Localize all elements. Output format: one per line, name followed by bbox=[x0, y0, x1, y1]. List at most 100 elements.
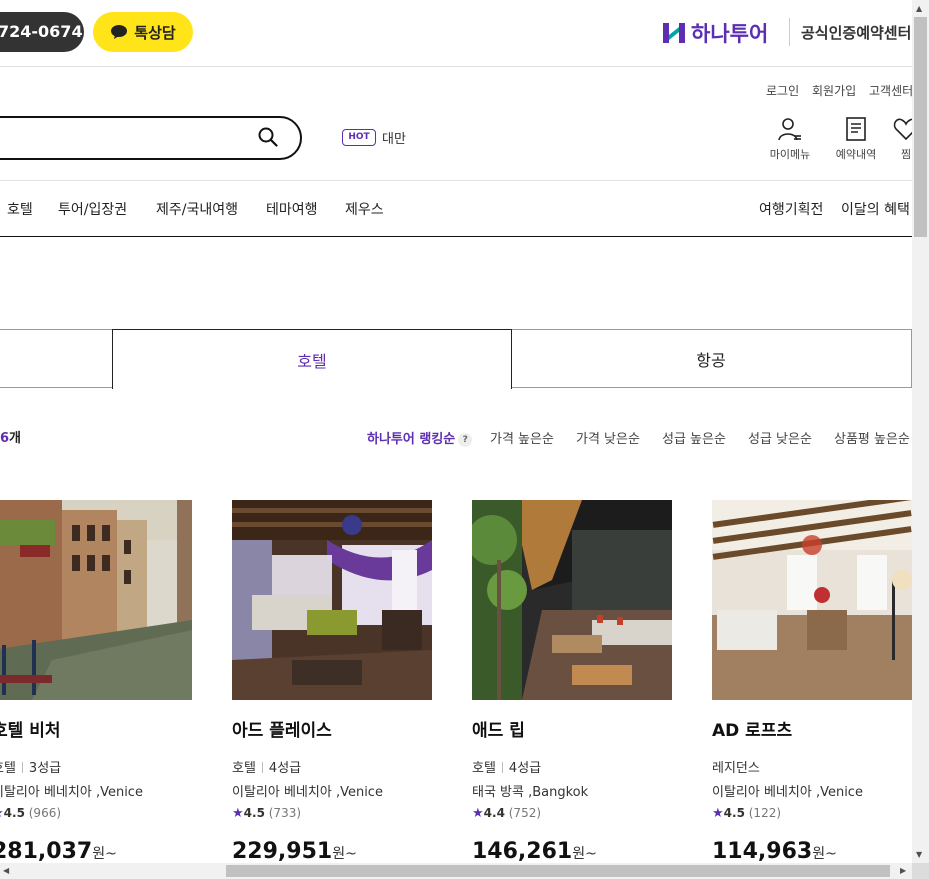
tab-previous[interactable] bbox=[0, 329, 113, 388]
hotel-grade: 3성급 bbox=[28, 761, 62, 776]
hotel-type: 레지던스 bbox=[712, 761, 760, 776]
nav-hotel[interactable]: 호텔 bbox=[7, 199, 33, 219]
reservations-label: 예약내역 bbox=[835, 148, 877, 161]
talk-label: 톡상담 bbox=[134, 23, 176, 42]
nav-zeus[interactable]: 제우스 bbox=[345, 199, 384, 219]
star-icon: ★ bbox=[232, 806, 244, 821]
horizontal-scroll-thumb[interactable] bbox=[226, 865, 890, 877]
meta-separator bbox=[21, 762, 23, 773]
scroll-left-arrow-icon[interactable]: ◀ bbox=[3, 866, 9, 875]
hotel-location: 이탈리아 베네치아 ,Venice bbox=[0, 785, 143, 800]
hotel-meta: 호텔 4성급 bbox=[472, 757, 672, 776]
rating-score: 4.5 bbox=[3, 806, 25, 820]
review-count: (752) bbox=[508, 806, 542, 820]
tab-hotel-label: 호텔 bbox=[297, 351, 327, 371]
price-unit: 원~ bbox=[572, 846, 597, 862]
logo-text: 하나투어 bbox=[691, 22, 769, 46]
speech-bubble-icon bbox=[111, 25, 128, 39]
hotel-image[interactable] bbox=[0, 500, 192, 700]
sort-ranking-label: 하나투어 랭킹순 bbox=[367, 432, 456, 447]
search-input[interactable] bbox=[0, 116, 302, 160]
price-unit: 원~ bbox=[812, 846, 837, 862]
hotel-name[interactable]: 아드 플레이스 bbox=[232, 716, 432, 741]
signup-link[interactable]: 회원가입 bbox=[812, 82, 856, 99]
sort-grade-high[interactable]: 성급 높은순 bbox=[662, 428, 726, 447]
rating-score: 4.4 bbox=[483, 806, 505, 820]
nav-monthly-benefits[interactable]: 이달의 혜택 bbox=[841, 199, 910, 219]
hotel-rating: ★4.5 (966) bbox=[0, 806, 192, 821]
review-count: (966) bbox=[28, 806, 62, 820]
hotel-image[interactable] bbox=[472, 500, 672, 700]
vertical-scroll-thumb[interactable] bbox=[914, 17, 927, 237]
price-unit: 원~ bbox=[332, 846, 357, 862]
hanatour-logo-icon bbox=[663, 23, 685, 43]
sort-grade-low[interactable]: 성급 낮은순 bbox=[748, 428, 812, 447]
nav-tour-tickets[interactable]: 투어/입장권 bbox=[58, 199, 127, 219]
hotel-location: 이탈리아 베네치아 ,Venice bbox=[232, 785, 383, 800]
customer-center-link[interactable]: 고객센터 bbox=[869, 82, 913, 99]
hotel-card[interactable]: 아드 플레이스 호텔 4성급 이탈리아 베네치아 ,Venice ★4.5 (73… bbox=[232, 500, 432, 864]
scroll-down-arrow-icon[interactable]: ▼ bbox=[916, 850, 922, 859]
hotel-card[interactable]: 애드 립 호텔 4성급 태국 방콕 ,Bangkok ★4.4 (752) 146… bbox=[472, 500, 672, 864]
sort-ranking[interactable]: 하나투어 랭킹순? bbox=[367, 428, 473, 447]
kakao-talk-button[interactable]: 톡상담 bbox=[93, 12, 193, 52]
wishlist-label: 찜 bbox=[900, 148, 912, 161]
result-count-number: 6 bbox=[0, 431, 10, 446]
hotel-image[interactable] bbox=[232, 500, 432, 700]
search-icon[interactable] bbox=[258, 127, 278, 147]
hotel-name[interactable]: 호텔 비처 bbox=[0, 716, 192, 741]
hotel-price: 281,037원~ bbox=[0, 839, 192, 864]
hotel-card[interactable]: AD 로프츠 레지던스 이탈리아 베네치아 ,Venice ★4.5 (122)… bbox=[712, 500, 912, 864]
hotel-card[interactable]: 호텔 비처 호텔 3성급 이탈리아 베네치아 ,Venice ★4.5 (966)… bbox=[0, 500, 192, 864]
price-value: 229,951 bbox=[232, 839, 333, 864]
login-link[interactable]: 로그인 bbox=[766, 82, 799, 99]
nav-travel-exhibition[interactable]: 여행기획전 bbox=[759, 199, 823, 219]
user-menu-icon bbox=[778, 118, 801, 141]
rating-score: 4.5 bbox=[723, 806, 745, 820]
tab-air[interactable]: 항공 bbox=[511, 329, 912, 388]
hotel-meta: 호텔 3성급 bbox=[0, 757, 192, 776]
price-value: 146,261 bbox=[472, 839, 573, 864]
hotel-type: 호텔 bbox=[0, 761, 16, 776]
hotel-meta: 호텔 4성급 bbox=[232, 757, 432, 776]
scroll-right-arrow-icon[interactable]: ▶ bbox=[900, 866, 906, 875]
phone-number: 724-0674 bbox=[0, 22, 83, 41]
hotel-price: 229,951원~ bbox=[232, 839, 432, 864]
hotel-name[interactable]: AD 로프츠 bbox=[712, 716, 912, 741]
hotel-name[interactable]: 애드 립 bbox=[472, 716, 672, 741]
review-count: (122) bbox=[748, 806, 782, 820]
phone-number-button[interactable]: 724-0674 bbox=[0, 12, 84, 52]
logo-divider bbox=[789, 18, 790, 46]
scroll-up-arrow-icon[interactable]: ▲ bbox=[916, 4, 922, 13]
hanatour-logo[interactable]: 하나투어 bbox=[662, 18, 768, 48]
document-icon bbox=[846, 117, 866, 141]
hotel-grade: 4성급 bbox=[268, 761, 302, 776]
hotel-rating: ★4.5 (733) bbox=[232, 806, 432, 821]
scrollbar-corner bbox=[912, 863, 929, 879]
result-count: 6개 bbox=[0, 427, 21, 446]
hotel-price: 114,963원~ bbox=[712, 839, 912, 864]
help-icon[interactable]: ? bbox=[458, 433, 473, 447]
top-divider bbox=[0, 66, 912, 67]
star-icon: ★ bbox=[472, 806, 484, 821]
result-count-suffix: 개 bbox=[9, 431, 22, 446]
price-value: 281,037 bbox=[0, 839, 93, 864]
sort-price-high[interactable]: 가격 높은순 bbox=[490, 428, 554, 447]
hotel-image[interactable] bbox=[712, 500, 912, 700]
hotel-location: 태국 방콕 ,Bangkok bbox=[472, 785, 589, 800]
sort-review-high[interactable]: 상품평 높은순 bbox=[834, 428, 910, 447]
my-menu-button[interactable]: 마이메뉴 bbox=[760, 116, 820, 162]
nav-theme-travel[interactable]: 테마여행 bbox=[266, 199, 318, 219]
star-icon: ★ bbox=[712, 806, 724, 821]
hotel-type: 호텔 bbox=[232, 761, 256, 776]
hotel-meta: 레지던스 bbox=[712, 757, 912, 776]
hot-keyword-link[interactable]: 대만 bbox=[382, 128, 406, 147]
hotel-grade: 4성급 bbox=[508, 761, 542, 776]
hot-badge: HOT bbox=[342, 129, 376, 146]
nav-jeju-domestic[interactable]: 제주/국내여행 bbox=[156, 199, 238, 219]
review-count: (733) bbox=[268, 806, 302, 820]
sort-price-low[interactable]: 가격 낮은순 bbox=[576, 428, 640, 447]
tab-hotel[interactable]: 호텔 bbox=[112, 329, 512, 389]
hotel-location: 이탈리아 베네치아 ,Venice bbox=[712, 785, 863, 800]
hotel-price: 146,261원~ bbox=[472, 839, 672, 864]
